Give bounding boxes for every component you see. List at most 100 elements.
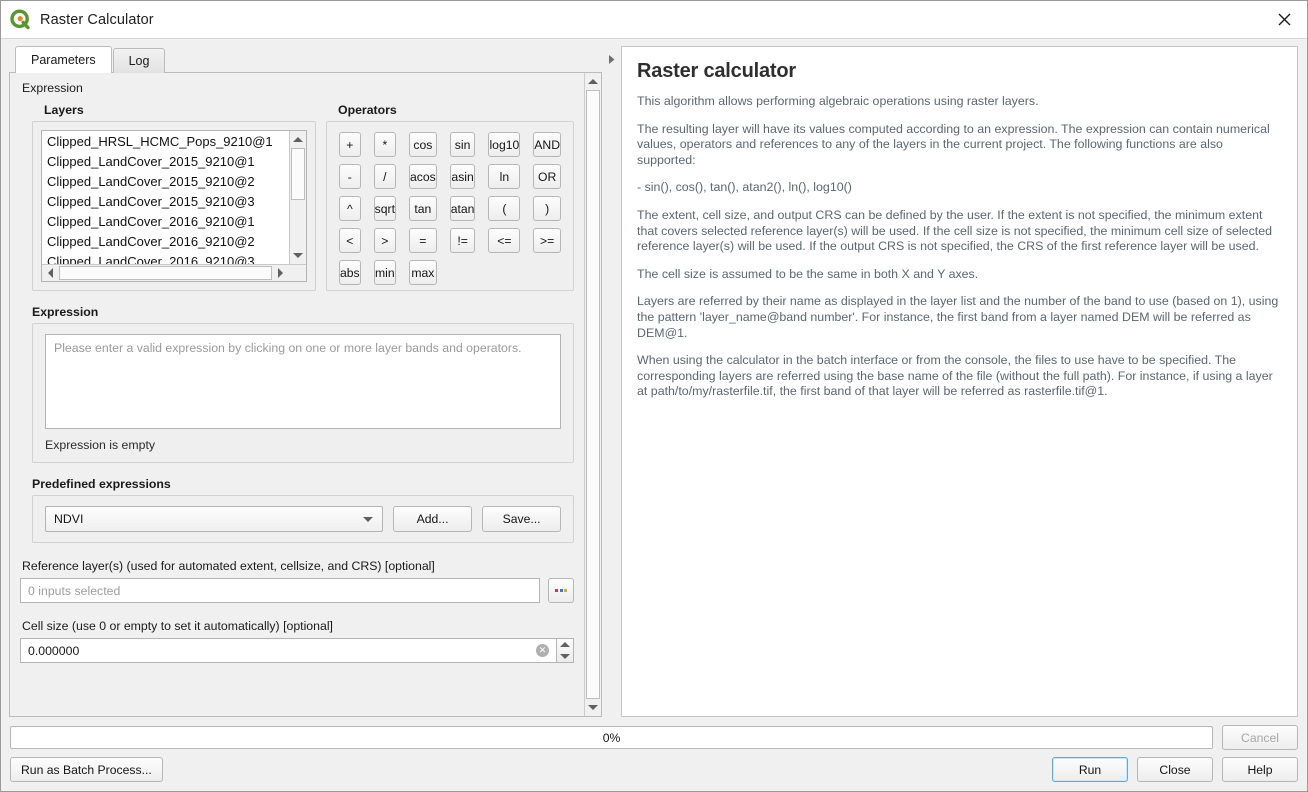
progress-text: 0% — [602, 730, 621, 745]
save-expression-button[interactable]: Save... — [482, 506, 562, 532]
cell-size-input[interactable]: 0.000000 ✕ — [20, 638, 558, 663]
parameters-pane-wrapper: Expression Layers Clipped_HRSL_HCMC_Pops… — [9, 72, 603, 717]
operator-button[interactable]: != — [449, 228, 476, 253]
operator-button[interactable]: >= — [533, 228, 562, 253]
predefined-expressions-select[interactable]: NDVI — [45, 506, 384, 532]
reference-layers-row: 0 inputs selected — [20, 578, 575, 603]
operator-button[interactable]: > — [373, 228, 396, 253]
layers-vertical-scrollbar[interactable] — [289, 131, 306, 264]
tab-parameters[interactable]: Parameters — [15, 46, 112, 73]
reference-layers-input[interactable]: 0 inputs selected — [20, 578, 541, 603]
operator-button[interactable]: abs — [339, 260, 361, 285]
help-panel: Raster calculator This algorithm allows … — [621, 46, 1298, 717]
scrollbar-corner — [289, 265, 306, 281]
panel-splitter[interactable] — [602, 46, 621, 717]
operator-button[interactable]: / — [373, 164, 396, 189]
collapse-panel-icon[interactable] — [606, 52, 618, 70]
predefined-row: NDVI Add... Save... — [45, 506, 562, 532]
list-item[interactable]: Clipped_HRSL_HCMC_Pops_9210@1 — [44, 132, 289, 152]
predefined-title: Predefined expressions — [32, 477, 171, 491]
spinner-up-icon[interactable] — [557, 639, 573, 651]
pane-scroll-thumb[interactable] — [586, 90, 601, 699]
pane-scroll-down-icon[interactable] — [585, 699, 602, 716]
operator-button[interactable]: cos — [408, 132, 437, 157]
expression-section-label: Expression — [22, 81, 83, 95]
pane-scroll-track[interactable] — [585, 90, 602, 699]
operator-button[interactable]: AND — [533, 132, 562, 157]
spinner-down-icon[interactable] — [557, 651, 573, 663]
operator-button[interactable]: atan — [449, 196, 476, 221]
cell-size-spinner[interactable] — [557, 638, 575, 663]
operator-button[interactable]: ln — [488, 164, 521, 189]
layers-operators-row: Layers Clipped_HRSL_HCMC_Pops_9210@1 Cli… — [20, 103, 575, 291]
parameters-pane: Expression Layers Clipped_HRSL_HCMC_Pops… — [10, 73, 585, 716]
add-expression-button[interactable]: Add... — [393, 506, 473, 532]
close-icon[interactable] — [1261, 1, 1307, 38]
list-item[interactable]: Clipped_LandCover_2016_9210@2 — [44, 232, 289, 252]
ellipsis-icon[interactable] — [548, 578, 575, 603]
help-paragraph: When using the calculator in the batch i… — [637, 353, 1273, 399]
clear-icon[interactable]: ✕ — [536, 644, 550, 657]
tab-log[interactable]: Log — [112, 48, 166, 73]
run-as-batch-button[interactable]: Run as Batch Process... — [10, 757, 163, 782]
run-button[interactable]: Run — [1052, 757, 1128, 782]
expression-input[interactable]: Please enter a valid expression by click… — [45, 334, 562, 429]
cell-size-row: 0.000000 ✕ — [20, 638, 575, 663]
list-item[interactable]: Clipped_LandCover_2016_9210@1 — [44, 212, 289, 232]
operator-button[interactable]: sin — [449, 132, 476, 157]
operator-button[interactable]: + — [339, 132, 361, 157]
operator-button[interactable]: tan — [408, 196, 437, 221]
operator-button[interactable]: OR — [533, 164, 562, 189]
reference-layers-value: 0 inputs selected — [28, 583, 121, 598]
title-bar: Raster Calculator — [1, 1, 1307, 39]
help-column: Raster calculator This algorithm allows … — [621, 46, 1299, 717]
operator-button[interactable]: asin — [449, 164, 476, 189]
cancel-button[interactable]: Cancel — [1222, 725, 1298, 750]
raster-calculator-dialog: Raster Calculator Parameters Log Express… — [0, 0, 1308, 792]
scroll-up-icon[interactable] — [290, 131, 306, 148]
list-item[interactable]: Clipped_LandCover_2016_9210@3 — [44, 252, 289, 264]
layers-group: Clipped_HRSL_HCMC_Pops_9210@1 Clipped_La… — [32, 121, 316, 291]
pane-scroll-up-icon[interactable] — [585, 73, 602, 90]
help-paragraph: This algorithm allows performing algebra… — [637, 94, 1039, 108]
layers-hscroll-thumb[interactable] — [59, 266, 272, 280]
layers-hscroll-track[interactable] — [59, 265, 272, 281]
layers-horizontal-scrollbar[interactable] — [42, 264, 306, 281]
scroll-down-icon[interactable] — [290, 247, 306, 264]
layers-title: Layers — [44, 103, 84, 117]
close-button[interactable]: Close — [1137, 757, 1213, 782]
scroll-left-icon[interactable] — [42, 265, 59, 281]
operator-button[interactable]: - — [339, 164, 361, 189]
operator-button[interactable]: ^ — [339, 196, 361, 221]
operator-button[interactable]: < — [339, 228, 361, 253]
help-paragraph: Layers are referred by their name as dis… — [637, 294, 1279, 340]
help-button[interactable]: Help — [1222, 757, 1298, 782]
operators-group: + * cos sin log10 AND - / acos asin ln O… — [326, 121, 575, 291]
predefined-section: Predefined expressions NDVI Add... Save.… — [20, 477, 575, 543]
operator-button[interactable]: min — [373, 260, 396, 285]
operator-button[interactable]: sqrt — [373, 196, 396, 221]
tab-parameters-label: Parameters — [31, 53, 96, 67]
operator-button[interactable]: * — [373, 132, 396, 157]
operator-button[interactable]: ) — [533, 196, 562, 221]
expression-status: Expression is empty — [45, 438, 156, 452]
layers-list[interactable]: Clipped_HRSL_HCMC_Pops_9210@1 Clipped_La… — [41, 130, 307, 282]
operator-button[interactable]: acos — [408, 164, 437, 189]
operator-button[interactable]: max — [408, 260, 437, 285]
operator-button[interactable]: <= — [488, 228, 521, 253]
parameters-pane-scrollbar[interactable] — [584, 73, 602, 716]
operator-button[interactable]: = — [408, 228, 437, 253]
layers-list-inner: Clipped_HRSL_HCMC_Pops_9210@1 Clipped_La… — [42, 131, 306, 264]
layers-scroll-thumb[interactable] — [291, 148, 305, 200]
list-item[interactable]: Clipped_LandCover_2015_9210@3 — [44, 192, 289, 212]
tab-log-label: Log — [128, 54, 150, 68]
list-item[interactable]: Clipped_LandCover_2015_9210@2 — [44, 172, 289, 192]
operator-button[interactable]: ( — [488, 196, 521, 221]
scroll-right-icon[interactable] — [272, 265, 289, 281]
layers-scroll-track[interactable] — [290, 148, 306, 247]
list-item[interactable]: Clipped_LandCover_2015_9210@1 — [44, 152, 289, 172]
operator-button[interactable]: log10 — [488, 132, 521, 157]
tab-bar: Parameters Log — [9, 46, 602, 73]
dialog-footer: 0% Cancel Run as Batch Process... Run Cl… — [1, 717, 1307, 791]
predefined-selected-value: NDVI — [54, 512, 84, 526]
